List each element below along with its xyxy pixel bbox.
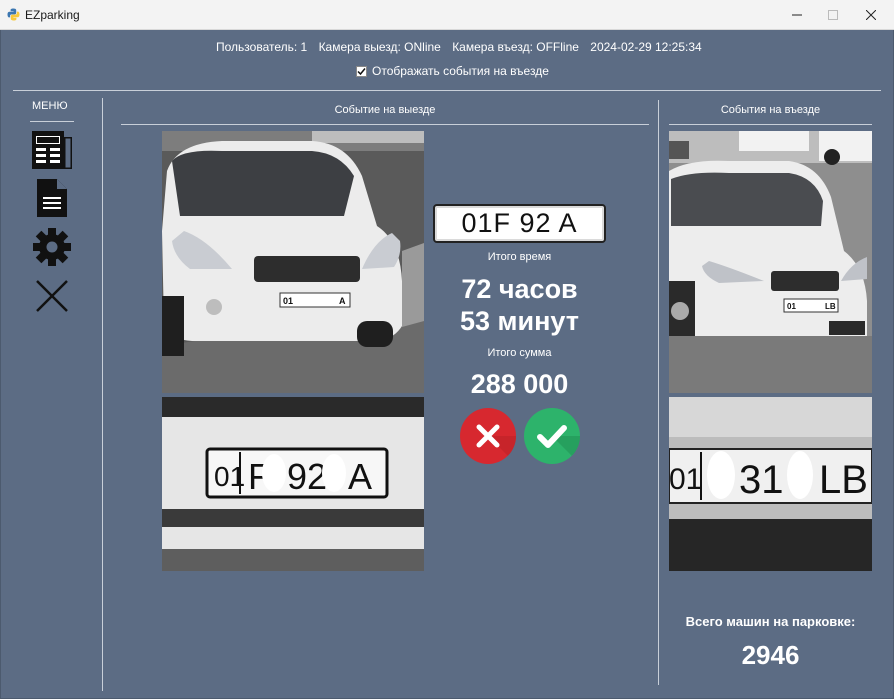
status-bar: Пользователь: 1 Камера выезд: ONline Кам… [216,40,710,54]
python-app-icon [7,8,20,21]
title-bar: EZparking [0,0,894,30]
svg-text:01: 01 [669,463,702,496]
newspaper-icon [32,131,72,169]
menu-underline [30,121,74,122]
svg-text:A: A [348,456,372,497]
show-entry-events-option[interactable]: Отображать события на въезде [356,64,549,78]
menu-report-button[interactable] [29,176,75,220]
close-icon [36,280,68,312]
maximize-icon [828,10,838,20]
svg-text:A: A [339,296,346,306]
plate-number-display: 01F 92 A [433,204,606,243]
svg-text:01: 01 [787,302,796,311]
show-entry-events-label: Отображать события на въезде [372,64,549,78]
accept-button[interactable] [524,408,580,464]
svg-text:01: 01 [214,461,245,492]
entry-car-photo: 01 LB [669,131,872,393]
app-window: Пользователь: 1 Камера выезд: ONline Кам… [0,30,894,699]
entry-plate-closeup: 01 31 LB [669,397,872,571]
svg-text:92: 92 [287,456,327,497]
total-time-label: Итого время [487,251,552,263]
entry-divider [658,100,659,685]
close-window-button[interactable] [852,0,890,30]
check-mark-icon [357,67,366,75]
minimize-icon [792,14,802,16]
show-entry-events-checkbox[interactable] [356,65,367,77]
menu-label: МЕНЮ [32,100,68,112]
menu-settings-button[interactable] [29,225,75,269]
svg-text:LB: LB [825,302,836,311]
top-divider [13,90,881,91]
svg-text:31: 31 [739,458,784,502]
check-icon [537,425,580,464]
menu-journal-button[interactable] [29,128,75,172]
minimize-button[interactable] [778,0,816,30]
user-status: Пользователь: 1 [216,40,308,54]
menu-divider [102,98,103,691]
exit-camera-status: Камера выезд: ONline [318,40,441,54]
exit-plate-closeup: 01 F 92 A [162,397,424,571]
total-hours: 72 часов [461,274,578,304]
total-sum: 288 000 [470,369,569,399]
exit-car-photo: 01 A [162,131,424,393]
close-icon [866,10,876,20]
exit-event-title: Событие на выезде [334,104,436,116]
exit-event-underline [121,124,649,125]
svg-text:01: 01 [283,296,293,306]
cars-on-parking-count: 2946 [741,640,800,670]
entry-event-underline [669,124,872,125]
maximize-button[interactable] [814,0,852,30]
entry-camera-status: Камера въезд: OFFline [452,40,579,54]
reject-button[interactable] [460,408,516,464]
cars-on-parking-label: Всего машин на парковке: [685,614,856,629]
datetime: 2024-02-29 12:25:34 [590,40,702,54]
total-sum-label: Итого сумма [487,347,552,359]
window-title: EZparking [25,8,80,22]
svg-text:LB: LB [819,458,868,502]
gear-icon [33,228,71,266]
total-minutes: 53 минут [460,306,579,336]
document-icon [37,179,67,217]
entry-event-title: События на въезде [720,104,821,116]
cross-icon [476,424,516,464]
menu-exit-button[interactable] [29,274,75,318]
